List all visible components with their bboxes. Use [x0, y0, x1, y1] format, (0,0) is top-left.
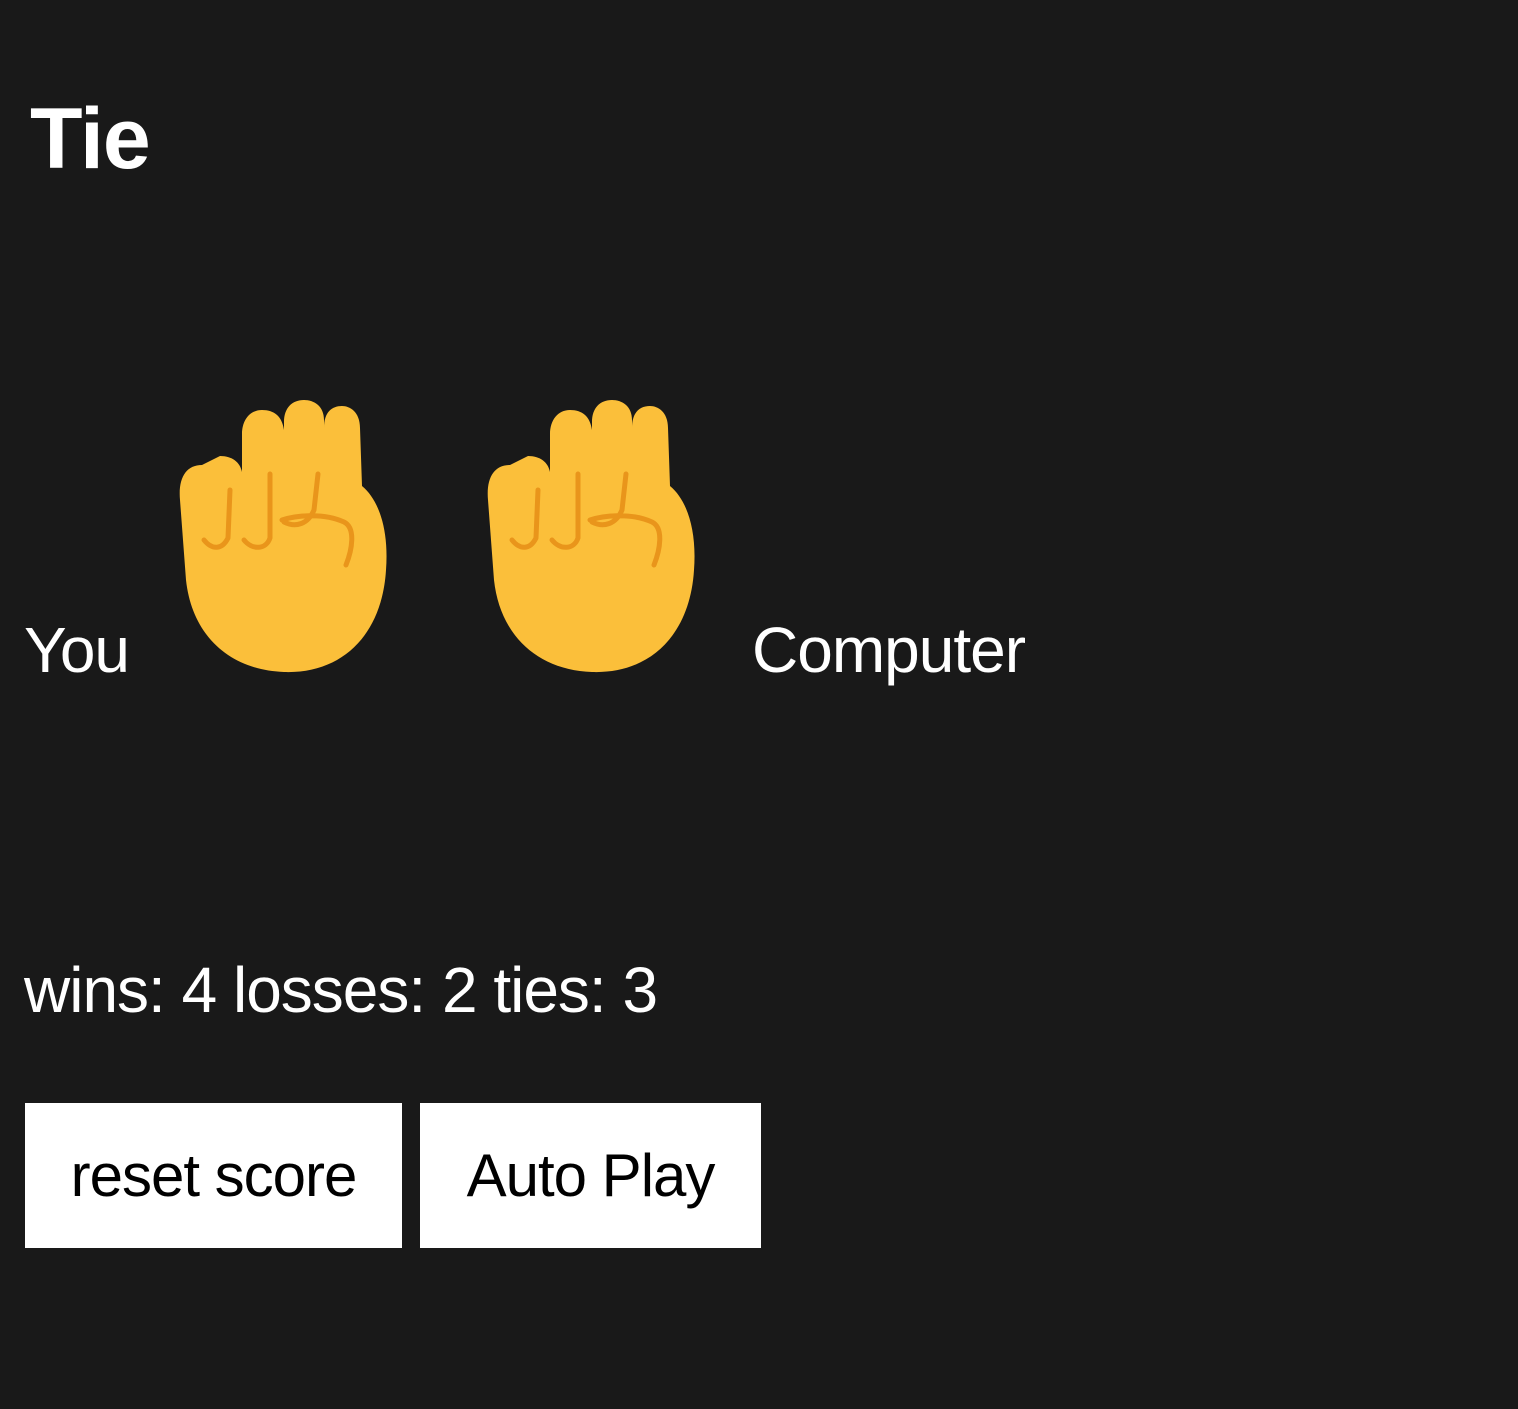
result-title: Tie: [30, 91, 151, 187]
player-move-raised-fist-icon: [179, 400, 387, 673]
computer-move-raised-fist-icon: [487, 400, 695, 673]
ties-label: ties:: [493, 954, 606, 1026]
auto-play-button[interactable]: Auto Play: [420, 1103, 761, 1248]
losses-count: 2: [441, 954, 478, 1026]
computer-label: Computer: [752, 614, 1026, 686]
losses-label: losses:: [232, 954, 426, 1026]
moves-row: You Computer: [24, 400, 1124, 690]
ties-count: 3: [622, 954, 658, 1026]
wins-count: 4: [181, 954, 218, 1026]
score-summary: wins: 4 losses: 2 ties: 3: [24, 958, 658, 1022]
player-label: You: [24, 614, 130, 686]
wins-label: wins:: [24, 954, 166, 1026]
reset-score-button[interactable]: reset score: [25, 1103, 402, 1248]
